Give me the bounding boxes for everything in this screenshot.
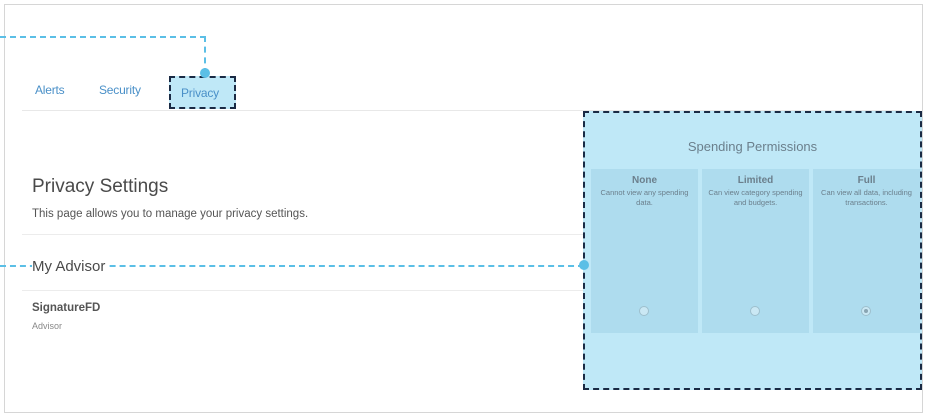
tab-privacy[interactable]: Privacy bbox=[169, 76, 236, 109]
permission-header-limited: Limited Can view category spending and b… bbox=[702, 169, 809, 208]
callout-dot-privacy-tab bbox=[200, 68, 210, 78]
my-advisor-heading: My Advisor bbox=[32, 258, 108, 275]
tab-security[interactable]: Security bbox=[99, 83, 141, 97]
divider bbox=[22, 234, 622, 235]
divider bbox=[22, 290, 622, 291]
permission-description: Can view all data, including transaction… bbox=[821, 188, 912, 207]
permission-label: None bbox=[632, 175, 657, 186]
permission-description: Can view category spending and budgets. bbox=[708, 188, 803, 207]
permission-radio-limited[interactable] bbox=[750, 306, 760, 316]
page-title: Privacy Settings bbox=[32, 176, 169, 197]
permission-header-none: None Cannot view any spending data. bbox=[591, 169, 698, 208]
permission-radio-none[interactable] bbox=[639, 306, 649, 316]
permission-description: Cannot view any spending data. bbox=[600, 188, 689, 207]
advisor-role: Advisor bbox=[32, 321, 63, 331]
permission-label: Full bbox=[857, 175, 876, 186]
page-description: This page allows you to manage your priv… bbox=[32, 208, 309, 220]
settings-tabs: Alerts Security Privacy bbox=[22, 76, 902, 111]
advisor-name: SignatureFD bbox=[32, 302, 101, 314]
callout-dot-advisor bbox=[579, 260, 589, 270]
callout-line-privacy-tab bbox=[0, 36, 206, 38]
permission-radio-full[interactable] bbox=[861, 306, 871, 316]
spending-permissions-panel: Spending Permissions None Cannot view an… bbox=[583, 111, 922, 390]
tab-alerts[interactable]: Alerts bbox=[35, 83, 65, 97]
spending-permissions-title: Spending Permissions bbox=[687, 139, 818, 154]
permission-label: Limited bbox=[737, 175, 774, 186]
permission-header-full: Full Can view all data, including transa… bbox=[813, 169, 920, 208]
